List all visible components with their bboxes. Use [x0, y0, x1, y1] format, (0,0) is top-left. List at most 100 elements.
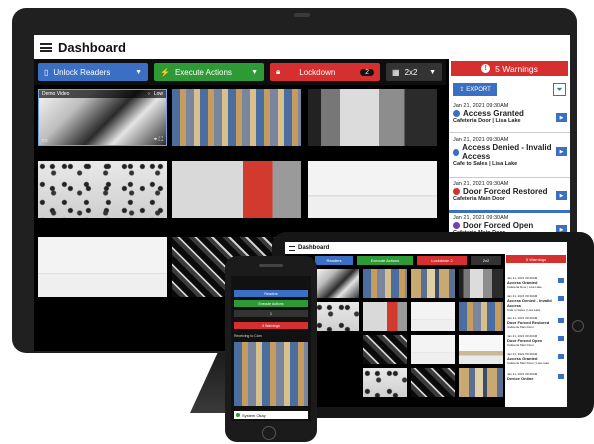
play-icon[interactable] — [558, 318, 564, 323]
camera-tile[interactable] — [38, 161, 167, 218]
play-icon[interactable] — [558, 336, 564, 341]
event-title: Door Forced Restored — [463, 187, 548, 196]
monitor-camera — [294, 13, 310, 17]
camera-tile[interactable] — [363, 368, 407, 397]
event-item[interactable]: Jan 21, 2021 09:30AM Door Forced Restore… — [453, 181, 567, 202]
tablet-title: Dashboard — [298, 245, 330, 251]
hamburger-menu-icon[interactable] — [40, 42, 52, 52]
event-item[interactable]: Jan 21, 2021 09:30AM Access Granted Cafete… — [507, 276, 565, 289]
event-location: Cafeteria Main Door | Lisa Lake — [507, 361, 550, 365]
phone-select-value: 1 — [270, 311, 272, 316]
chevron-right-icon[interactable]: › — [148, 91, 150, 97]
lockdown-button[interactable]: 🔒︎ Lockdown 2 — [270, 63, 380, 81]
tablet-grid-button[interactable]: 2x2 — [471, 256, 501, 265]
access-denied-icon — [453, 148, 460, 156]
play-icon[interactable] — [558, 354, 564, 359]
pin-icon[interactable]: ⌖ ⛶ — [154, 137, 163, 144]
event-item[interactable]: Jan 21, 2021 09:30AM Access Denied - Inva… — [507, 294, 565, 312]
export-button[interactable]: ⇪ EXPORT — [453, 83, 497, 96]
tablet-unlock-button[interactable]: Readers — [315, 256, 353, 265]
camera-tile[interactable] — [411, 335, 455, 364]
camera-tile[interactable] — [459, 368, 503, 397]
event-item[interactable]: Jan 21, 2021 09:30AM Access Granted Cafe… — [453, 103, 567, 124]
unlock-readers-button[interactable]: ▯ Unlock Readers ▼ — [38, 63, 148, 81]
tablet-warnings-label: 5 Warnings — [525, 256, 547, 262]
play-icon[interactable] — [558, 278, 564, 283]
quality-select[interactable]: Low — [154, 91, 163, 97]
phone-select[interactable]: 1 — [234, 310, 308, 317]
play-icon[interactable]: ▶ — [556, 147, 567, 156]
tablet-execute-button[interactable]: Execute Actions — [357, 256, 413, 265]
camera-tile[interactable] — [459, 335, 503, 364]
lockdown-count-badge: 2 — [360, 68, 374, 76]
camera-tile[interactable] — [411, 302, 455, 331]
camera-name: Demo Video — [42, 91, 70, 97]
event-location: Cafe to Sales | Lisa Lake — [507, 308, 541, 312]
grid-layout-button[interactable]: ▦ 2x2 ▼ — [386, 63, 442, 81]
door-open-icon — [453, 222, 460, 229]
phone-camera-view[interactable] — [234, 342, 308, 406]
tablet-lockdown-count: 2 — [450, 258, 453, 263]
camera-tile[interactable] — [38, 237, 167, 297]
play-icon[interactable] — [558, 296, 564, 301]
play-icon[interactable]: ▶ — [556, 113, 567, 122]
camera-tile[interactable] — [363, 335, 407, 364]
phone-execute-button[interactable]: Execute Actions — [234, 300, 308, 307]
camera-tile[interactable] — [315, 269, 359, 298]
camera-tile[interactable] — [315, 302, 359, 331]
tablet-lockdown-label: Lockdown — [431, 258, 450, 263]
export-icon: ⇪ — [459, 87, 465, 93]
grid-icon: ▦ — [392, 67, 400, 77]
camera-tile[interactable] — [411, 368, 455, 397]
event-item[interactable]: Jan 21, 2021 09:30AM Access Denied - Inv… — [453, 137, 567, 167]
tablet-events-sidebar: 5 Warnings Jan 21, 2021 09:30AM Access Gr… — [505, 254, 567, 407]
phone-readers-label: Readers — [264, 291, 278, 296]
execute-actions-label: Execute Actions — [174, 67, 232, 77]
camera-tile-header: Demo Video › Low — [39, 90, 166, 98]
camera-tile[interactable]: Demo Video › Low ▭ ⌖ ⛶ — [38, 89, 167, 146]
chevron-down-icon: ▼ — [135, 68, 142, 76]
tablet-device: Dashboard Readers Execute Actions Lockdo… — [272, 232, 594, 418]
tablet-home-button — [572, 320, 584, 332]
tablet-execute-label: Execute Actions — [370, 258, 400, 263]
camera-tile[interactable] — [308, 161, 437, 218]
tablet-warnings-banner[interactable]: 5 Warnings — [506, 255, 566, 263]
play-icon[interactable] — [558, 374, 564, 379]
camera-tile[interactable] — [411, 269, 455, 298]
monitor-icon[interactable]: ▭ — [42, 137, 48, 144]
camera-tile[interactable] — [308, 89, 437, 146]
warnings-banner[interactable]: ! 5 Warnings — [451, 61, 568, 76]
app-header: Dashboard — [34, 35, 570, 59]
filter-icon[interactable]: ⏷ — [553, 83, 566, 96]
camera-tile[interactable] — [459, 269, 503, 298]
camera-tile[interactable] — [363, 302, 407, 331]
chevron-down-icon: ▼ — [251, 68, 258, 76]
play-icon[interactable]: ▶ — [556, 191, 567, 200]
door-icon: ▯ — [44, 67, 49, 77]
phone-speaker — [259, 264, 283, 267]
page-title: Dashboard — [58, 39, 126, 55]
event-title: Door Forced Open — [463, 221, 534, 230]
event-item[interactable]: Jan 21, 2021 09:30AM Door Forced Restored… — [507, 316, 565, 329]
phone-readers-button[interactable]: Readers — [234, 290, 308, 297]
event-location: Cafe to Sales | Lisa Lake — [453, 161, 518, 167]
status-ok-icon — [236, 413, 240, 417]
warnings-label: 5 Warnings — [495, 63, 538, 74]
phone-status-bar: System Okay — [234, 411, 308, 419]
execute-actions-button[interactable]: ⚡ Execute Actions ▼ — [154, 63, 264, 81]
chevron-down-icon: ▼ — [429, 68, 436, 76]
tablet-grid-label: 2x2 — [482, 258, 490, 263]
phone-warnings-banner[interactable]: 5 Warnings — [234, 322, 308, 329]
lockdown-label: Lockdown — [299, 67, 336, 77]
event-item[interactable]: Jan 21, 2021 09:30AM Door Forced Open Cafe… — [507, 334, 565, 347]
door-forced-icon — [453, 188, 460, 195]
tablet-unlock-label: Readers — [326, 258, 342, 263]
event-item[interactable]: Jan 21, 2021 09:30AM Access Granted Cafete… — [507, 352, 565, 365]
camera-tile[interactable] — [172, 89, 301, 146]
camera-tile[interactable] — [172, 161, 301, 218]
camera-tile[interactable] — [363, 269, 407, 298]
tablet-lockdown-button[interactable]: Lockdown 2 — [417, 256, 467, 265]
hamburger-menu-icon[interactable] — [289, 245, 295, 251]
event-item[interactable]: Jan 21, 2021 09:30AM Device Online — [507, 372, 565, 381]
camera-tile[interactable] — [459, 302, 503, 331]
